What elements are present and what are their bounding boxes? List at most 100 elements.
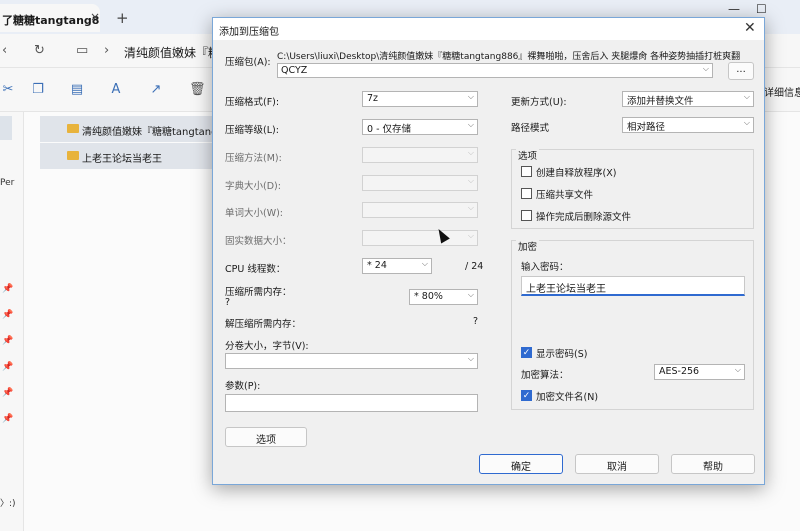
chevron-down-icon: ⌵ bbox=[467, 231, 474, 240]
sidebar-drive-label[interactable]: 〉:) bbox=[0, 496, 16, 509]
pin-icon: 📌 bbox=[2, 336, 14, 346]
encryption-group: 加密 输入密码： 上老王论坛当老王 ✓ 显示密码(S) 加密算法： AES-25… bbox=[511, 239, 754, 410]
dialog-titlebar: 添加到压缩包 ✕ bbox=[213, 18, 764, 40]
encrypt-filenames-checkbox[interactable]: ✓ bbox=[521, 390, 532, 401]
method-select[interactable]: ⌵ bbox=[362, 147, 478, 163]
help-button[interactable]: 帮助 bbox=[671, 454, 755, 474]
update-mode-label: 更新方式(U): bbox=[511, 97, 567, 108]
options-button[interactable]: 选项 bbox=[225, 427, 307, 447]
delete-icon[interactable]: 🗑 bbox=[189, 82, 206, 98]
shared-files-checkbox[interactable] bbox=[521, 188, 532, 199]
cpu-threads-select[interactable]: * 24 ⌵ bbox=[362, 258, 432, 274]
folder-icon bbox=[67, 124, 79, 133]
path-mode-select[interactable]: 相对路径 ⌵ bbox=[622, 117, 754, 133]
cpu-threads-value: * 24 bbox=[367, 260, 387, 271]
show-password-checkbox[interactable]: ✓ bbox=[521, 347, 532, 358]
encryption-method-label: 加密算法： bbox=[521, 370, 569, 381]
back-icon[interactable]: ‹ bbox=[2, 43, 7, 58]
chevron-down-icon: ⌵ bbox=[467, 176, 474, 185]
method-label: 压缩方法(M): bbox=[225, 153, 282, 164]
encryption-method-value: AES-256 bbox=[659, 366, 700, 377]
archive-name-combo[interactable]: QCYZ ⌵ bbox=[277, 63, 713, 78]
chevron-down-icon: ⌵ bbox=[467, 148, 474, 157]
pc-icon[interactable]: ▭ bbox=[76, 43, 88, 58]
file-name: 清纯颜值嫩妹『糖糖tangtang bbox=[82, 127, 218, 138]
memory-label: 压缩所需内存： bbox=[225, 287, 292, 298]
cpu-threads-label: CPU 线程数： bbox=[225, 264, 286, 275]
path-mode-value: 相对路径 bbox=[627, 122, 666, 133]
cut-icon[interactable]: ✂ bbox=[0, 82, 16, 98]
parameters-label: 参数(P): bbox=[225, 381, 261, 392]
explorer-tab[interactable]: 了糖糖tangtang8 bbox=[0, 4, 100, 32]
chevron-down-icon: ⌵ bbox=[467, 120, 474, 129]
delete-after-label: 操作完成后删除源文件 bbox=[536, 212, 632, 223]
maximize-icon[interactable]: ☐ bbox=[756, 2, 767, 16]
level-label: 压缩等级(L): bbox=[225, 125, 279, 136]
sfx-label: 创建自释放程序(X) bbox=[536, 168, 617, 179]
rename-icon[interactable]: A bbox=[108, 82, 124, 98]
pin-icon: 📌 bbox=[2, 284, 14, 294]
dictionary-select[interactable]: ⌵ bbox=[362, 175, 478, 191]
sidebar-selection[interactable] bbox=[0, 116, 12, 140]
path-mode-label: 路径模式 bbox=[511, 123, 550, 134]
memory-usage-value: * 80% bbox=[414, 291, 443, 302]
level-select[interactable]: 0 - 仅存储 ⌵ bbox=[362, 119, 478, 135]
paste-icon[interactable]: ▤ bbox=[69, 82, 85, 98]
archive-label: 压缩包(A): bbox=[225, 57, 271, 68]
sfx-checkbox[interactable] bbox=[521, 166, 532, 177]
word-size-select[interactable]: ⌵ bbox=[362, 202, 478, 218]
chevron-down-icon: ⌵ bbox=[702, 64, 709, 73]
refresh-icon[interactable]: ↻ bbox=[34, 43, 45, 58]
decompress-memory-label: 解压缩所需内存： bbox=[225, 319, 302, 330]
archive-directory: C:\Users\liuxi\Desktop\清纯颜值嫩妹『糖糖tangtang… bbox=[277, 52, 741, 62]
pin-icon: 📌 bbox=[2, 362, 14, 372]
pin-icon: 📌 bbox=[2, 388, 14, 398]
details-button[interactable]: 详细信息 bbox=[764, 84, 800, 99]
options-group-title: 选项 bbox=[516, 148, 540, 162]
delete-after-checkbox[interactable] bbox=[521, 210, 532, 221]
sidebar-item-label[interactable]: Per bbox=[0, 178, 14, 188]
solid-block-label: 固实数据大小： bbox=[225, 236, 292, 247]
chevron-down-icon: ⌵ bbox=[467, 92, 474, 101]
encryption-method-select[interactable]: AES-256 ⌵ bbox=[654, 364, 745, 380]
chevron-down-icon: ⌵ bbox=[743, 118, 750, 127]
encrypt-filenames-label: 加密文件名(N) bbox=[536, 392, 599, 403]
split-volume-combo[interactable]: ⌵ bbox=[225, 353, 478, 369]
file-row[interactable]: 清纯颜值嫩妹『糖糖tangtang bbox=[40, 116, 217, 142]
password-value: 上老王论坛当老王 bbox=[526, 284, 606, 295]
memory-unknown: ? bbox=[225, 297, 231, 308]
format-select[interactable]: 7z ⌵ bbox=[362, 91, 478, 107]
chevron-down-icon: ⌵ bbox=[734, 365, 741, 374]
new-tab-icon[interactable]: + bbox=[116, 9, 129, 27]
show-password-label: 显示密码(S) bbox=[536, 349, 588, 360]
add-to-archive-dialog: 添加到压缩包 ✕ 压缩包(A): C:\Users\liuxi\Desktop\… bbox=[212, 17, 765, 485]
address-path[interactable]: 清纯颜值嫩妹『糖 bbox=[124, 44, 220, 61]
solid-block-select[interactable]: ⌵ bbox=[362, 230, 478, 246]
parameters-input[interactable] bbox=[225, 394, 478, 412]
update-mode-select[interactable]: 添加并替换文件 ⌵ bbox=[622, 91, 754, 107]
options-group: 选项 创建自释放程序(X) 压缩共享文件 操作完成后删除源文件 bbox=[511, 148, 754, 229]
close-tab-icon[interactable]: × bbox=[90, 10, 100, 24]
file-row[interactable]: 上老王论坛当老王 bbox=[40, 143, 212, 169]
share-icon[interactable]: ↗ bbox=[148, 82, 164, 98]
tab-title: 了糖糖tangtang8 bbox=[2, 14, 100, 27]
chevron-right-icon[interactable]: › bbox=[104, 43, 109, 58]
dialog-title: 添加到压缩包 bbox=[219, 27, 279, 38]
level-value: 0 - 仅存储 bbox=[367, 124, 412, 135]
encryption-group-title: 加密 bbox=[516, 239, 540, 253]
browse-button[interactable]: ... bbox=[728, 62, 754, 80]
pin-icon: 📌 bbox=[2, 310, 14, 320]
copy-icon[interactable]: ❐ bbox=[30, 82, 46, 98]
close-icon[interactable]: ✕ bbox=[744, 20, 756, 36]
decompress-memory-value: ? bbox=[473, 316, 479, 327]
chevron-down-icon: ⌵ bbox=[467, 203, 474, 212]
dictionary-label: 字典大小(D): bbox=[225, 181, 281, 192]
password-label: 输入密码： bbox=[521, 262, 569, 273]
password-input[interactable]: 上老王论坛当老王 bbox=[521, 276, 745, 296]
minimize-icon[interactable]: — bbox=[728, 2, 740, 16]
file-name: 上老王论坛当老王 bbox=[82, 154, 162, 165]
cancel-button[interactable]: 取消 bbox=[575, 454, 659, 474]
memory-usage-select[interactable]: * 80% ⌵ bbox=[409, 289, 478, 305]
pin-icon: 📌 bbox=[2, 414, 14, 424]
ok-button[interactable]: 确定 bbox=[479, 454, 563, 474]
